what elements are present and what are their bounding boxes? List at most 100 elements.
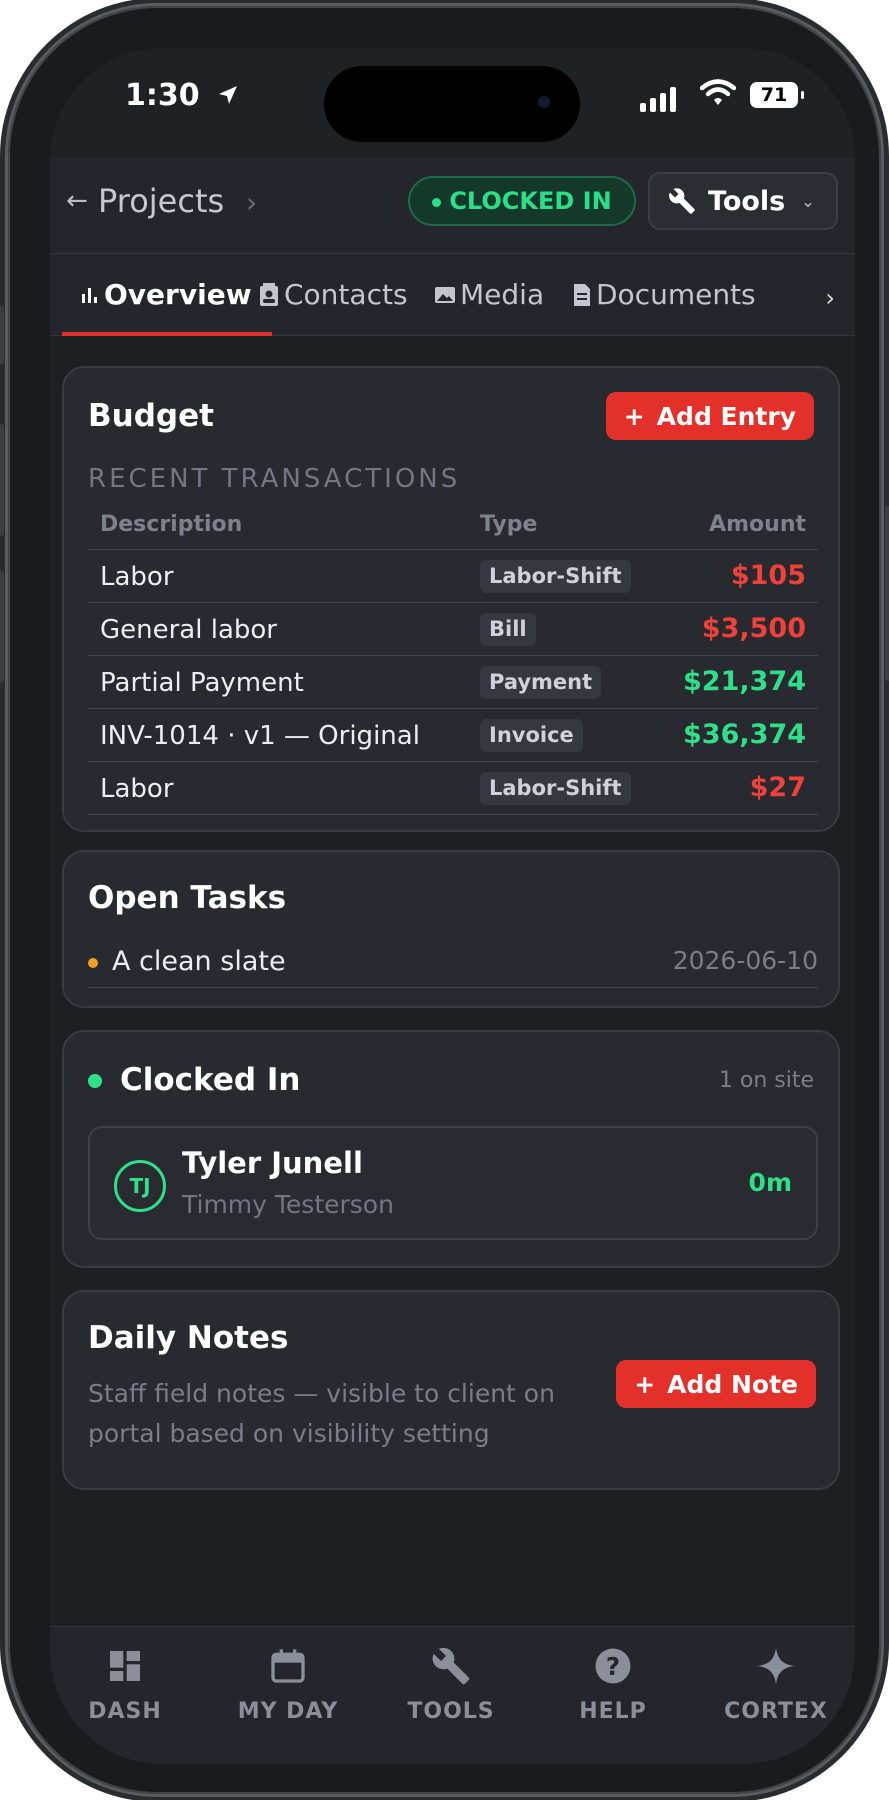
plus-icon: + [634,1369,656,1399]
nav-my-day-label: MY DAY [237,1699,339,1724]
tab-bar: Overview Contacts Media Documents › [50,254,855,336]
nav-dash[interactable]: DASH [50,1641,200,1724]
online-dot-icon [88,1074,102,1088]
tx-amount: $36,374 [683,719,806,750]
clocked-in-card: Clocked In 1 on site TJ Tyler Junell Tim… [62,1030,840,1268]
nav-tools-label: TOOLS [407,1699,495,1724]
nav-help-label: HELP [579,1699,647,1724]
wrench-icon [669,188,695,214]
tab-overview[interactable]: Overview [80,278,252,311]
active-tab-indicator [62,332,272,336]
column-description: Description [100,512,243,537]
bottom-nav: DASH MY DAY TOOLS ? HELP CORTEX [50,1626,855,1764]
open-tasks-card: Open Tasks A clean slate 2026-06-10 [62,850,840,1008]
tab-media[interactable]: Media [434,278,544,311]
table-row[interactable]: Labor Labor-Shift $105 [88,550,818,603]
battery-icon: 71 [750,82,804,108]
nav-tools[interactable]: TOOLS [376,1641,526,1724]
daily-notes-card: Daily Notes Staff field notes — visible … [62,1290,840,1490]
volume-up-button [0,424,4,536]
worker-card[interactable]: TJ Tyler Junell Timmy Testerson 0m [88,1126,818,1240]
cellular-signal-icon [640,86,676,112]
help-icon: ? [595,1648,631,1684]
tx-type-badge: Bill [480,613,536,646]
calendar-icon [271,1649,305,1683]
back-arrow-icon[interactable]: ← [66,186,88,216]
content-clip-mask [50,1550,855,1626]
recent-transactions-label: RECENT TRANSACTIONS [88,464,461,494]
add-entry-button[interactable]: + Add Entry [605,392,814,440]
table-row[interactable]: General labor Bill $3,500 [88,603,818,656]
tx-amount: $105 [730,560,806,591]
add-entry-label: Add Entry [656,401,796,431]
bar-chart-icon [82,287,97,303]
tab-contacts[interactable]: Contacts [258,278,408,311]
svg-text:?: ? [606,1652,620,1681]
tools-label: Tools [708,185,786,217]
worker-duration: 0m [748,1168,792,1197]
screen: 1:30 71 ← Projects › CLOCKED IN Tools ⌄ … [50,48,855,1764]
transactions-header: Description Type Amount [88,504,818,550]
tab-documents[interactable]: Documents [572,278,756,311]
volume-down-button [0,571,4,683]
tab-documents-label: Documents [596,278,756,311]
tx-type-badge: Labor-Shift [480,772,631,805]
tx-type-badge: Payment [480,666,602,699]
document-icon [574,283,590,306]
wrench-icon [432,1647,470,1685]
nav-cortex-label: CORTEX [724,1699,828,1724]
table-row[interactable]: INV-1014 · v1 — Original Invoice $36,374 [88,709,818,762]
add-note-button[interactable]: + Add Note [616,1360,816,1408]
budget-title: Budget [88,398,214,434]
on-site-count: 1 on site [718,1068,814,1093]
tx-description: INV-1014 · v1 — Original [100,721,420,751]
tabs-scroll-chevron-icon[interactable]: › [825,284,835,312]
task-title: A clean slate [112,946,286,977]
worker-name: Tyler Junell [182,1146,363,1180]
tx-amount: $3,500 [701,613,806,644]
nav-help[interactable]: ? HELP [538,1641,688,1724]
tools-dropdown-button[interactable]: Tools ⌄ [648,172,838,230]
top-bar: ← Projects › CLOCKED IN Tools ⌄ [50,158,855,254]
tx-description: General labor [100,615,277,645]
tx-description: Partial Payment [100,668,304,698]
tx-description: Labor [100,562,174,592]
clock-status-badge[interactable]: CLOCKED IN [408,176,636,226]
chevron-down-icon: ⌄ [801,191,815,211]
tx-amount: $21,374 [683,666,806,697]
nav-my-day[interactable]: MY DAY [213,1641,363,1724]
location-arrow-icon [219,86,238,104]
sparkle-icon [757,1647,795,1685]
task-priority-dot-icon [88,958,98,968]
status-dot-icon [432,197,442,207]
column-type: Type [480,512,538,537]
worker-subtitle: Timmy Testerson [182,1190,394,1219]
budget-card: Budget + Add Entry RECENT TRANSACTIONS D… [62,366,840,832]
table-row[interactable]: Labor Labor-Shift $27 [88,762,818,815]
tx-type-badge: Invoice [480,719,583,752]
table-row[interactable]: Partial Payment Payment $21,374 [88,656,818,709]
wifi-icon [700,79,736,105]
tab-media-label: Media [460,278,545,311]
status-time: 1:30 [125,78,240,113]
clock-status-label: CLOCKED IN [449,187,612,215]
tx-description: Labor [100,774,174,804]
column-amount: Amount [709,512,806,537]
battery-level: 71 [760,84,788,106]
avatar: TJ [114,1160,166,1212]
open-tasks-title: Open Tasks [88,880,287,916]
dynamic-island [324,66,580,142]
daily-notes-description: Staff field notes — visible to client on… [88,1379,555,1448]
phone-frame: 1:30 71 ← Projects › CLOCKED IN Tools ⌄ … [0,6,889,1794]
plus-icon: + [623,401,645,431]
status-bar: 1:30 71 [50,48,855,158]
breadcrumb-projects[interactable]: Projects [98,182,224,220]
tab-overview-label: Overview [104,278,252,311]
list-item[interactable]: A clean slate 2026-06-10 [88,944,818,988]
dashboard-icon [110,1651,140,1681]
daily-notes-title: Daily Notes [88,1320,289,1356]
tx-amount: $27 [749,772,806,803]
breadcrumb-chevron-icon: › [246,186,258,219]
power-button [885,506,889,681]
nav-cortex[interactable]: CORTEX [701,1641,851,1724]
